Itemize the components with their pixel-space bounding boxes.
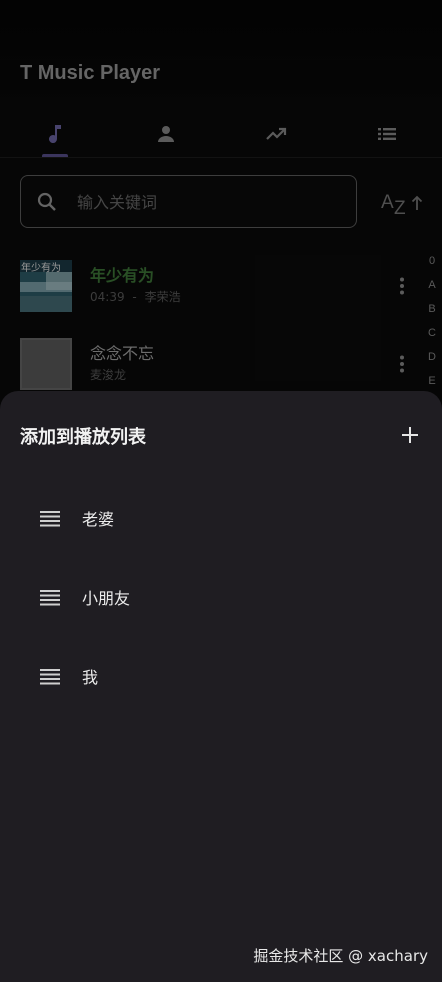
playlist-label: 我	[82, 668, 99, 687]
watermark: 掘金技术社区 @ xachary	[253, 947, 428, 965]
playlist-item[interactable]: 老婆	[0, 490, 442, 546]
playlist-icon	[40, 511, 60, 527]
playlist-icon	[40, 669, 60, 685]
plus-icon	[402, 427, 418, 443]
playlist-icon	[40, 590, 60, 606]
playlist-item[interactable]: 小朋友	[0, 569, 442, 625]
playlist-label: 老婆	[82, 510, 115, 529]
music-app: T Music Player 输入关键词 A Z 年少有为 年少有为 04:39…	[0, 0, 442, 982]
sheet-title: 添加到播放列表	[20, 427, 146, 448]
playlist-item[interactable]: 我	[0, 648, 442, 704]
playlist-label: 小朋友	[82, 589, 131, 608]
add-to-playlist-sheet: 添加到播放列表 老婆 小朋友 我 掘金技术社区 @ xachary	[0, 391, 442, 982]
create-playlist-button[interactable]	[396, 421, 424, 449]
